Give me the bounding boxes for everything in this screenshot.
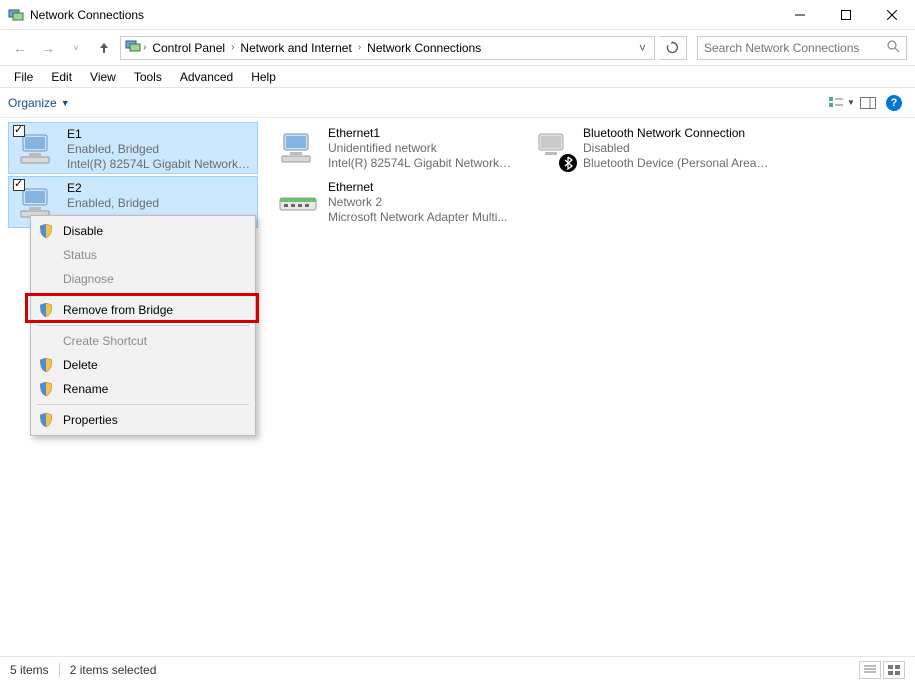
search-input[interactable] xyxy=(704,41,887,55)
chevron-right-icon[interactable]: › xyxy=(231,42,234,53)
help-icon: ? xyxy=(886,95,902,111)
window-title: Network Connections xyxy=(30,8,777,22)
ctx-disable[interactable]: Disable xyxy=(33,219,253,243)
ctx-remove-from-bridge[interactable]: Remove from Bridge xyxy=(33,298,253,322)
up-button[interactable] xyxy=(92,36,116,60)
connection-status: Unidentified network xyxy=(328,141,514,156)
minimize-button[interactable] xyxy=(777,0,823,30)
app-icon xyxy=(8,7,24,23)
nic-icon xyxy=(276,126,320,170)
ctx-label: Rename xyxy=(63,382,108,396)
breadcrumb-network-internet[interactable]: Network and Internet xyxy=(236,41,355,55)
menu-help[interactable]: Help xyxy=(243,68,284,86)
titlebar: Network Connections xyxy=(0,0,915,30)
connection-name: E2 xyxy=(67,181,159,196)
separator xyxy=(59,663,60,677)
connection-item-ethernet1[interactable]: Ethernet1 Unidentified network Intel(R) … xyxy=(270,122,520,174)
ctx-diagnose[interactable]: Diagnose xyxy=(33,267,253,291)
breadcrumb-network-connections[interactable]: Network Connections xyxy=(363,41,485,55)
network-icon xyxy=(125,38,141,57)
search-icon[interactable] xyxy=(887,40,900,56)
back-button[interactable]: ← xyxy=(8,36,32,60)
refresh-button[interactable] xyxy=(659,36,687,60)
ctx-label: Delete xyxy=(63,358,98,372)
ctx-label: Disable xyxy=(63,224,103,238)
chevron-right-icon[interactable]: › xyxy=(358,42,361,53)
connection-status: Disabled xyxy=(583,141,769,156)
context-menu: Disable Status Diagnose Remove from Brid… xyxy=(30,215,256,436)
breadcrumb-control-panel[interactable]: Control Panel xyxy=(148,41,229,55)
checkbox-checked-icon[interactable] xyxy=(13,179,25,191)
shield-icon xyxy=(37,303,55,317)
separator xyxy=(37,404,249,405)
recent-dropdown[interactable]: ˅ xyxy=(64,36,88,60)
item-count: 5 items xyxy=(10,663,49,677)
connection-status: Enabled, Bridged xyxy=(67,142,251,157)
bluetooth-icon xyxy=(559,154,577,172)
forward-button[interactable]: → xyxy=(36,36,60,60)
large-icons-view-button[interactable] xyxy=(883,661,905,679)
shield-icon xyxy=(37,413,55,427)
close-button[interactable] xyxy=(869,0,915,30)
help-button[interactable]: ? xyxy=(881,92,907,114)
ctx-properties[interactable]: Properties xyxy=(33,408,253,432)
details-view-button[interactable] xyxy=(859,661,881,679)
connection-name: Ethernet xyxy=(328,180,507,195)
ctx-label: Properties xyxy=(63,413,118,427)
ctx-status[interactable]: Status xyxy=(33,243,253,267)
ctx-label: Remove from Bridge xyxy=(63,303,173,317)
selected-count: 2 items selected xyxy=(70,663,157,677)
chevron-right-icon[interactable]: › xyxy=(143,42,146,53)
ctx-create-shortcut[interactable]: Create Shortcut xyxy=(33,329,253,353)
connection-item-bluetooth[interactable]: Bluetooth Network Connection Disabled Bl… xyxy=(525,122,775,174)
chevron-down-icon: ▼ xyxy=(61,98,70,108)
separator xyxy=(37,325,249,326)
shield-icon xyxy=(37,358,55,372)
preview-pane-button[interactable] xyxy=(855,92,881,114)
ctx-rename[interactable]: Rename xyxy=(33,377,253,401)
command-bar: Organize ▼ ▼ ? xyxy=(0,88,915,118)
menu-file[interactable]: File xyxy=(6,68,41,86)
connection-status: Enabled, Bridged xyxy=(67,196,159,211)
ctx-label: Diagnose xyxy=(63,272,114,286)
shield-icon xyxy=(37,224,55,238)
view-options-button[interactable]: ▼ xyxy=(829,92,855,114)
connection-item-ethernet[interactable]: Ethernet Network 2 Microsoft Network Ada… xyxy=(270,176,520,228)
maximize-button[interactable] xyxy=(823,0,869,30)
navigation-bar: ← → ˅ › Control Panel › Network and Inte… xyxy=(0,30,915,66)
connection-name: Bluetooth Network Connection xyxy=(583,126,769,141)
menu-edit[interactable]: Edit xyxy=(43,68,80,86)
menu-tools[interactable]: Tools xyxy=(126,68,170,86)
nic-icon xyxy=(15,127,59,171)
connection-detail: Intel(R) 82574L Gigabit Network C... xyxy=(67,157,251,172)
connection-detail: Bluetooth Device (Personal Area ... xyxy=(583,156,769,171)
address-dropdown[interactable]: ˅ xyxy=(635,41,650,55)
bluetooth-nic-icon xyxy=(531,126,575,170)
separator xyxy=(37,294,249,295)
connection-item-e1[interactable]: E1 Enabled, Bridged Intel(R) 82574L Giga… xyxy=(8,122,258,174)
connection-status: Network 2 xyxy=(328,195,507,210)
ctx-label: Create Shortcut xyxy=(63,334,147,348)
checkbox-checked-icon[interactable] xyxy=(13,125,25,137)
menu-bar: File Edit View Tools Advanced Help xyxy=(0,66,915,88)
connection-detail: Microsoft Network Adapter Multi... xyxy=(328,210,507,225)
shield-icon xyxy=(37,382,55,396)
address-bar[interactable]: › Control Panel › Network and Internet ›… xyxy=(120,36,655,60)
organize-button[interactable]: Organize ▼ xyxy=(8,96,70,110)
ctx-delete[interactable]: Delete xyxy=(33,353,253,377)
connection-detail: Intel(R) 82574L Gigabit Network C... xyxy=(328,156,514,171)
menu-view[interactable]: View xyxy=(82,68,124,86)
connection-name: Ethernet1 xyxy=(328,126,514,141)
ctx-label: Status xyxy=(63,248,97,262)
menu-advanced[interactable]: Advanced xyxy=(172,68,241,86)
connection-name: E1 xyxy=(67,127,251,142)
status-bar: 5 items 2 items selected xyxy=(0,656,915,682)
bridge-icon xyxy=(276,180,320,224)
search-box[interactable] xyxy=(697,36,907,60)
